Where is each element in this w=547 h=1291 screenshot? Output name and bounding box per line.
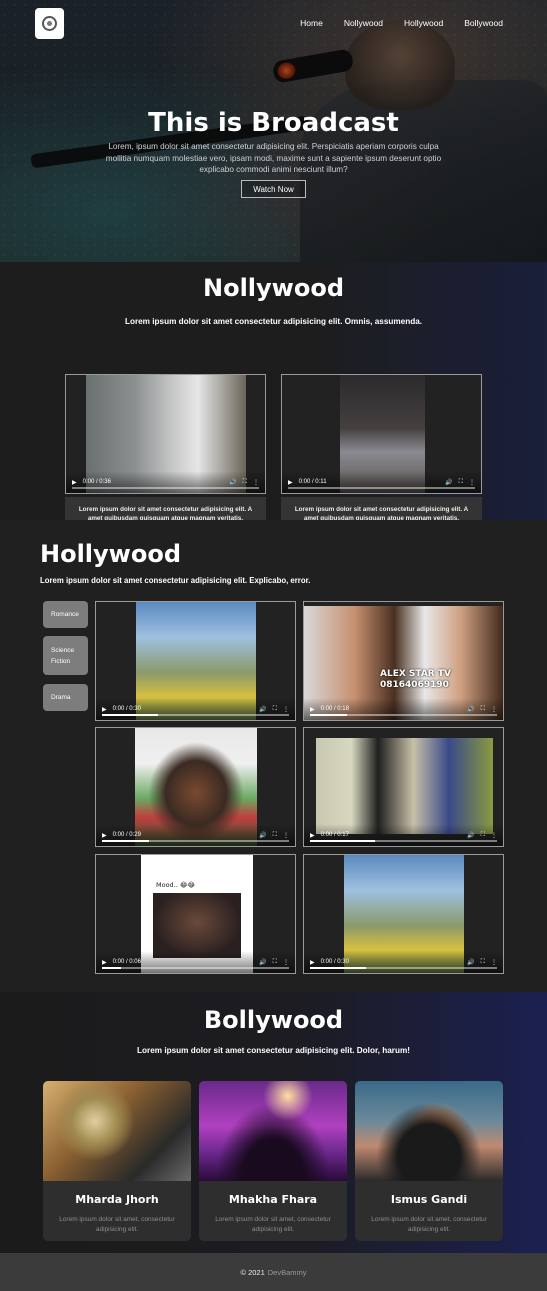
card-image	[355, 1081, 503, 1181]
movie-card[interactable]: Mharda Jhorh Lorem ipsum dolor sit amet,…	[43, 1081, 191, 1241]
video-controls[interactable]: ▶ 0:00 / 0:11 🔊 ⛶ ⋮	[282, 471, 481, 493]
video-player[interactable]: ▶ 0:00 / 0:17 🔊 ⛶ ⋮	[303, 727, 504, 847]
video-frame	[316, 738, 493, 834]
fullscreen-icon[interactable]: ⛶	[459, 479, 463, 486]
more-icon[interactable]: ⋮	[283, 959, 289, 966]
card-image	[43, 1081, 191, 1181]
video-player[interactable]: Mood.. 😂😂 ▶ 0:00 / 0:06 🔊 ⛶ ⋮	[95, 854, 296, 974]
nav-bollywood[interactable]: Bollywood	[464, 18, 503, 28]
video-player[interactable]: ▶ 0:00 / 0:11 🔊 ⛶ ⋮	[281, 374, 482, 494]
volume-icon[interactable]: 🔊	[467, 832, 474, 839]
hero-title: This is Broadcast	[148, 108, 399, 138]
site-logo[interactable]	[35, 8, 64, 39]
more-icon[interactable]: ⋮	[469, 479, 475, 486]
more-icon[interactable]: ⋮	[491, 706, 497, 713]
more-icon[interactable]: ⋮	[491, 832, 497, 839]
section-subtitle: Lorem ipsum dolor sit amet consectetur a…	[40, 576, 311, 585]
volume-icon[interactable]: 🔊	[259, 832, 266, 839]
hero-text: Lorem, ipsum dolor sit amet consectetur …	[105, 142, 442, 174]
nav-nollywood[interactable]: Nollywood	[344, 18, 383, 28]
section-title: Nollywood	[203, 274, 344, 302]
card-description: Lorem ipsum dolor sit amet, consectetur …	[371, 1216, 487, 1233]
bollywood-section: Bollywood Lorem ipsum dolor sit amet con…	[0, 992, 547, 1253]
section-title: Hollywood	[40, 540, 181, 568]
video-controls[interactable]: ▶ 0:00 / 0:18 🔊 ⛶ ⋮	[304, 698, 503, 720]
play-icon[interactable]: ▶	[310, 832, 315, 839]
play-icon[interactable]: ▶	[72, 479, 77, 486]
video-time: 0:00 / 0:11	[298, 479, 327, 485]
volume-icon[interactable]: 🔊	[229, 479, 236, 486]
video-controls[interactable]: ▶ 0:00 / 0:36 🔊 ⛶ ⋮	[66, 471, 265, 493]
site-footer: © 2021 DevBammy	[0, 1253, 547, 1291]
play-icon[interactable]: ▶	[102, 959, 107, 966]
nav-hollywood[interactable]: Hollywood	[404, 18, 443, 28]
hollywood-section: Hollywood Lorem ipsum dolor sit amet con…	[0, 520, 547, 992]
play-icon[interactable]: ▶	[310, 706, 315, 713]
fullscreen-icon[interactable]: ⛶	[481, 706, 485, 713]
film-reel-icon	[42, 16, 57, 31]
volume-icon[interactable]: 🔊	[467, 959, 474, 966]
movie-card[interactable]: Ismus Gandi Lorem ipsum dolor sit amet, …	[355, 1081, 503, 1241]
section-subtitle: Lorem ipsum dolor sit amet consectetur a…	[124, 317, 423, 326]
play-icon[interactable]: ▶	[102, 832, 107, 839]
video-player[interactable]: ▶ 0:00 / 0:30 🔊 ⛶ ⋮	[95, 601, 296, 721]
video-player[interactable]: ▶ 0:00 / 0:30 🔊 ⛶ ⋮	[303, 854, 504, 974]
video-player[interactable]: ALEX STAR TV 08164069190 ▶ 0:00 / 0:18 🔊…	[303, 601, 504, 721]
card-description: Lorem ipsum dolor sit amet, consectetur …	[215, 1216, 331, 1233]
card-title: Ismus Gandi	[390, 1193, 468, 1206]
more-icon[interactable]: ⋮	[283, 706, 289, 713]
movie-card[interactable]: Mhakha Fhara Lorem ipsum dolor sit amet,…	[199, 1081, 347, 1241]
fullscreen-icon[interactable]: ⛶	[273, 832, 277, 839]
fullscreen-icon[interactable]: ⛶	[481, 959, 485, 966]
video-controls[interactable]: ▶ 0:00 / 0:06 🔊 ⛶ ⋮	[96, 951, 295, 973]
footer-brand-link[interactable]: DevBammy	[268, 1268, 307, 1277]
genre-drama-button[interactable]: Drama	[43, 684, 88, 711]
genre-scifi-button[interactable]: Science Fiction	[43, 636, 88, 675]
footer-copyright: © 2021	[240, 1267, 265, 1277]
volume-icon[interactable]: 🔊	[259, 706, 266, 713]
video-time: 0:00 / 0:29	[112, 832, 141, 838]
fullscreen-icon[interactable]: ⛶	[243, 479, 247, 486]
volume-icon[interactable]: 🔊	[259, 959, 266, 966]
card-image	[199, 1081, 347, 1181]
video-player[interactable]: ▶ 0:00 / 0:36 🔊 ⛶ ⋮	[65, 374, 266, 494]
play-icon[interactable]: ▶	[288, 479, 293, 486]
card-title: Mharda Jhorh	[75, 1193, 159, 1206]
video-player[interactable]: ▶ 0:00 / 0:29 🔊 ⛶ ⋮	[95, 727, 296, 847]
video-time: 0:00 / 0:30	[112, 706, 141, 712]
more-icon[interactable]: ⋮	[253, 479, 259, 486]
fullscreen-icon[interactable]: ⛶	[273, 706, 277, 713]
card-description: Lorem ipsum dolor sit amet, consectetur …	[59, 1216, 175, 1233]
video-time: 0:00 / 0:18	[320, 706, 349, 712]
video-controls[interactable]: ▶ 0:00 / 0:30 🔊 ⛶ ⋮	[96, 698, 295, 720]
nav-home[interactable]: Home	[300, 18, 323, 28]
fullscreen-icon[interactable]: ⛶	[481, 832, 485, 839]
more-icon[interactable]: ⋮	[491, 959, 497, 966]
volume-icon[interactable]: 🔊	[467, 706, 474, 713]
video-time: 0:00 / 0:06	[112, 959, 141, 965]
section-title: Bollywood	[203, 1006, 344, 1034]
video-controls[interactable]: ▶ 0:00 / 0:30 🔊 ⛶ ⋮	[304, 951, 503, 973]
hero-banner: Home Nollywood Hollywood Bollywood This …	[0, 0, 547, 262]
nollywood-section: Nollywood Lorem ipsum dolor sit amet con…	[0, 262, 547, 531]
video-controls[interactable]: ▶ 0:00 / 0:29 🔊 ⛶ ⋮	[96, 824, 295, 846]
video-thumbnail	[153, 893, 241, 958]
fullscreen-icon[interactable]: ⛶	[273, 959, 277, 966]
play-icon[interactable]: ▶	[102, 706, 107, 713]
video-time: 0:00 / 0:30	[320, 959, 349, 965]
video-time: 0:00 / 0:17	[320, 832, 349, 838]
more-icon[interactable]: ⋮	[283, 832, 289, 839]
video-controls[interactable]: ▶ 0:00 / 0:17 🔊 ⛶ ⋮	[304, 824, 503, 846]
card-title: Mhakha Fhara	[228, 1193, 318, 1206]
section-subtitle: Lorem ipsum dolor sit amet consectetur a…	[137, 1046, 410, 1055]
main-nav: Home Nollywood Hollywood Bollywood	[300, 18, 503, 28]
video-overlay-text: ALEX STAR TV 08164069190	[380, 669, 451, 690]
video-time: 0:00 / 0:36	[82, 479, 111, 485]
play-icon[interactable]: ▶	[310, 959, 315, 966]
volume-icon[interactable]: 🔊	[445, 479, 452, 486]
video-overlay-text: Mood.. 😂😂	[156, 881, 196, 889]
watch-now-button[interactable]: Watch Now	[241, 180, 306, 198]
genre-romance-button[interactable]: Romance	[43, 601, 88, 628]
